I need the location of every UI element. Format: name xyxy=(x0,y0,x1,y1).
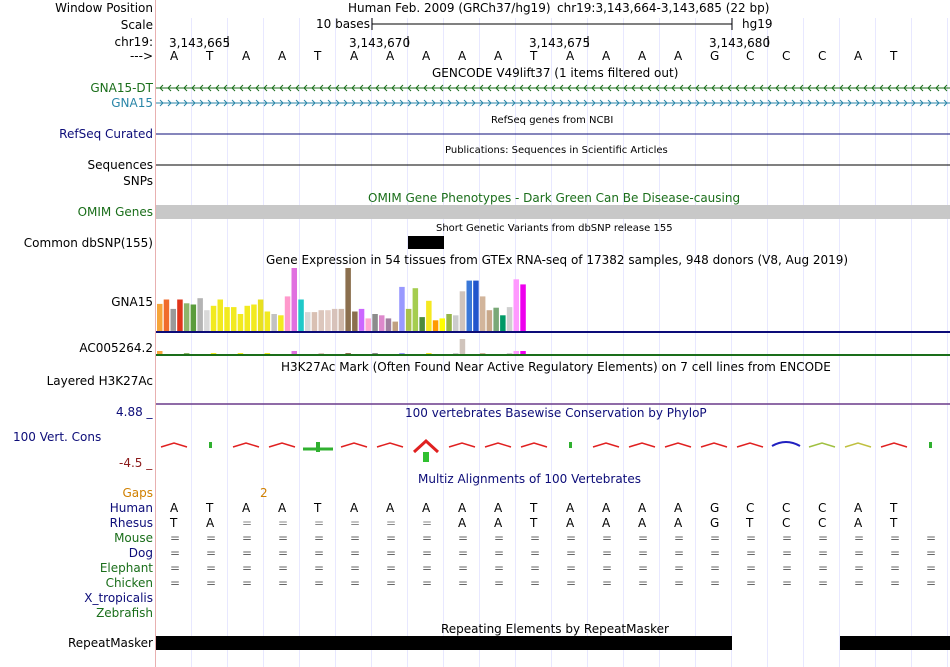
gtex-bar xyxy=(405,308,412,331)
gtex-bar xyxy=(170,308,176,331)
gtex-bar xyxy=(466,280,472,331)
repeat-element xyxy=(156,636,732,650)
cons-peak xyxy=(160,442,188,448)
gtex-bar xyxy=(493,307,499,331)
cons-peak xyxy=(340,442,368,448)
gtex-bar xyxy=(419,317,425,331)
cons-stem xyxy=(423,452,429,462)
cons-peak xyxy=(412,438,440,454)
gtex-bar xyxy=(204,310,210,331)
gtex-bar xyxy=(338,308,345,331)
dbsnp-variant xyxy=(408,236,444,249)
gtex-bar xyxy=(163,299,170,331)
gtex-bar xyxy=(210,305,217,331)
gtex-bar xyxy=(506,307,513,331)
gtex-bar xyxy=(358,308,365,331)
gtex-bar xyxy=(385,318,392,331)
cons-stem xyxy=(316,442,320,452)
gtex-bar xyxy=(399,286,405,331)
gtex-bar xyxy=(197,298,203,331)
gtex-bar xyxy=(439,318,445,331)
repeat-element xyxy=(840,636,950,650)
gtex-bar xyxy=(244,305,250,331)
cons-peak xyxy=(771,441,801,447)
gtex-bar xyxy=(305,312,311,331)
gtex-bar xyxy=(183,303,190,331)
gtex-bar xyxy=(331,308,338,331)
gtex-bar xyxy=(311,312,318,331)
gtex-bar xyxy=(345,268,351,331)
cons-peak xyxy=(232,442,260,448)
gtex-bar xyxy=(157,303,163,331)
cons-peak xyxy=(448,442,476,448)
cons-peak xyxy=(880,442,908,448)
cons-peak xyxy=(844,442,872,448)
gtex-bar xyxy=(291,268,297,331)
gtex-bar xyxy=(392,321,398,331)
gtex-bar xyxy=(459,291,466,331)
gtex-bar xyxy=(486,310,493,331)
gtex-bar xyxy=(500,315,506,332)
gtex-bar xyxy=(298,299,304,331)
gtex-bar xyxy=(446,314,452,331)
gtex-bar xyxy=(177,299,183,331)
gtex-bar xyxy=(379,315,385,332)
cons-peak xyxy=(376,442,404,448)
gtex-bar xyxy=(352,311,358,331)
gtex-bar xyxy=(520,284,526,331)
omim-block xyxy=(156,205,950,219)
gtex-bar xyxy=(513,279,519,331)
gtex-bar xyxy=(453,315,459,332)
gtex-bar xyxy=(271,314,277,331)
gtex-bar xyxy=(190,304,197,331)
cons-mark xyxy=(929,442,932,448)
gtex-bar xyxy=(264,311,271,331)
gtex-bar xyxy=(251,304,257,331)
gtex-bar xyxy=(426,300,432,331)
gtex-bar xyxy=(432,320,439,331)
cons-peak xyxy=(628,442,656,448)
cons-mark xyxy=(569,442,572,448)
cons-peak xyxy=(520,442,548,448)
gtex-bar xyxy=(412,288,419,331)
cons-peak xyxy=(808,442,836,448)
gtex-bar xyxy=(372,314,378,331)
cons-peak xyxy=(700,442,728,448)
cons-peak xyxy=(268,442,296,448)
gtex-bar xyxy=(224,307,230,331)
track-graphics xyxy=(156,18,950,650)
gtex-bar xyxy=(479,296,486,332)
cons-mark xyxy=(209,442,212,448)
gtex-bar xyxy=(217,299,223,331)
gtex-bar xyxy=(284,296,291,332)
cons-peak xyxy=(592,442,620,448)
gtex-bar xyxy=(278,315,284,332)
cons-peak xyxy=(484,442,512,448)
gtex-bar-secondary xyxy=(459,339,466,355)
cons-peak xyxy=(736,442,764,448)
gtex-bar xyxy=(257,299,264,331)
gtex-bar xyxy=(237,314,244,331)
gtex-bar xyxy=(365,318,371,331)
gtex-bar xyxy=(318,310,324,331)
gtex-bar xyxy=(325,310,331,331)
gtex-bar xyxy=(473,280,479,331)
gtex-bar xyxy=(231,307,237,331)
cons-peak xyxy=(664,442,692,448)
